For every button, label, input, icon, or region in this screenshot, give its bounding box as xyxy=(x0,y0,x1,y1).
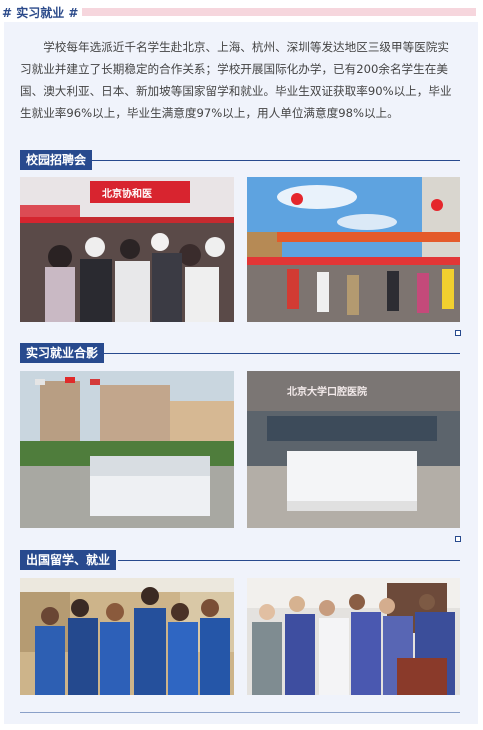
overseas-nurses-group-photo xyxy=(20,578,234,695)
booth-banner-text: 北京协和医 xyxy=(102,189,152,200)
intro-paragraph: 学校每年选派近千名学生赴北京、上海、杭州、深圳等发达地区三级甲等医院实习就业并建… xyxy=(20,40,452,120)
campus-job-fair-street-photo xyxy=(247,177,460,322)
overseas-staff-group-photo xyxy=(247,578,460,695)
section-title-overseas: 出国留学、就业 xyxy=(20,550,117,570)
section-end-marker xyxy=(455,536,461,542)
page-header: # 实习就业 # xyxy=(0,2,476,22)
section-end-marker xyxy=(455,330,461,336)
hospital-building-sign: 北京大学口腔医院 xyxy=(287,387,367,398)
header-decor-bar xyxy=(60,8,476,16)
section-divider xyxy=(100,353,460,354)
section-title-intern-group: 实习就业合影 xyxy=(20,343,105,363)
footer-divider xyxy=(20,712,460,713)
interns-group-photo-outdoor xyxy=(20,371,234,528)
section-title-job-fair: 校园招聘会 xyxy=(20,150,93,170)
section-divider xyxy=(88,160,460,161)
interns-group-photo-hospital: 北京大学口腔医院 xyxy=(247,371,460,528)
campus-job-fair-booth-photo: 北京协和医 xyxy=(20,177,234,322)
section-divider xyxy=(118,560,460,561)
page-title: # 实习就业 # xyxy=(2,4,83,21)
